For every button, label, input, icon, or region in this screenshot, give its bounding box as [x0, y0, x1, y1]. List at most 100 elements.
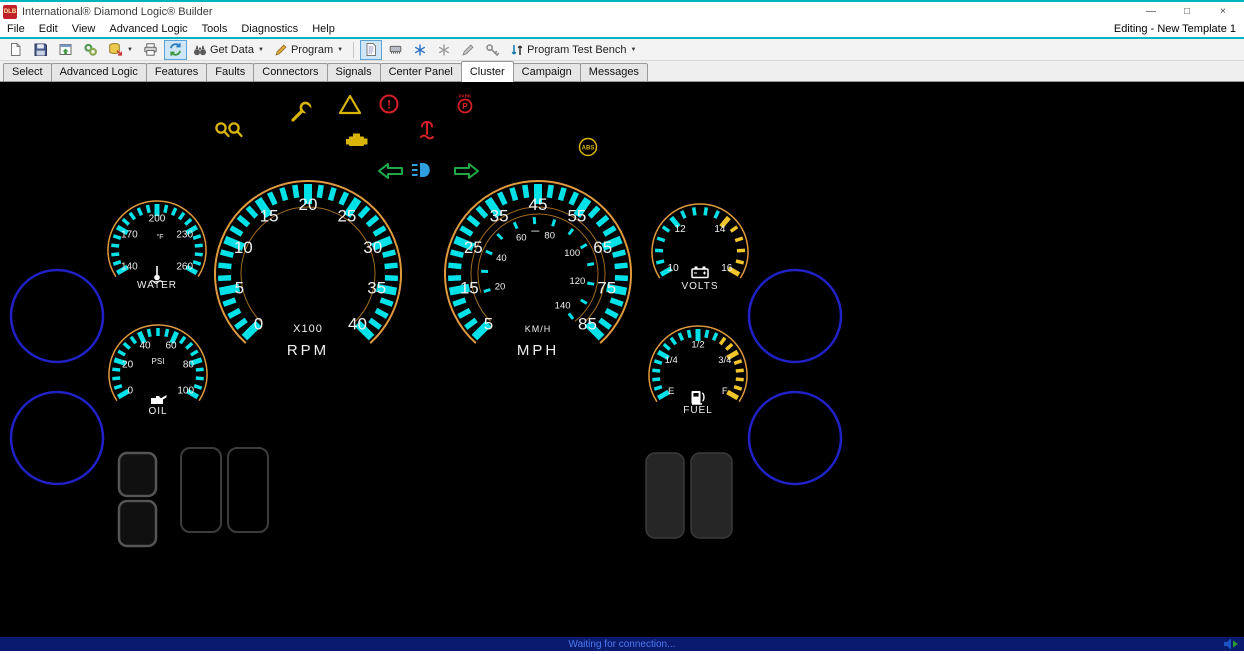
menu-tools[interactable]: Tools	[195, 22, 235, 36]
svg-text:85: 85	[578, 314, 597, 333]
svg-text:40: 40	[348, 314, 367, 333]
template-icon	[58, 42, 73, 57]
tab-select[interactable]: Select	[3, 63, 52, 81]
svg-text:KM/H: KM/H	[525, 324, 552, 334]
tab-cluster[interactable]: Cluster	[461, 61, 514, 82]
svg-text:40: 40	[139, 340, 151, 351]
tab-messages[interactable]: Messages	[580, 63, 648, 81]
tab-center-panel[interactable]: Center Panel	[380, 63, 462, 81]
pencil-orange-icon	[274, 43, 288, 57]
fleet-blue-button[interactable]	[409, 40, 431, 60]
toolbar-separator	[353, 42, 354, 58]
memory-button[interactable]	[384, 40, 407, 60]
tab-faults[interactable]: Faults	[206, 63, 254, 81]
svg-text:10: 10	[668, 263, 680, 274]
svg-text:15: 15	[260, 207, 279, 226]
gauge-placeholder-circle	[11, 270, 103, 362]
svg-text:OIL: OIL	[148, 406, 167, 417]
right-turn-lamp	[455, 164, 478, 178]
app-icon: DLB	[3, 5, 17, 19]
dropdown-caret-icon: ▼	[337, 47, 343, 53]
gauge-placeholder-circle	[749, 270, 841, 362]
menu-edit[interactable]: Edit	[32, 22, 65, 36]
maximize-button[interactable]: □	[1169, 3, 1205, 20]
open-template-button[interactable]	[54, 40, 77, 60]
svg-text:16: 16	[721, 263, 733, 274]
print-icon	[143, 42, 158, 57]
svg-text:20: 20	[299, 195, 318, 214]
svg-text:X100: X100	[293, 323, 323, 335]
tab-advanced-logic[interactable]: Advanced Logic	[51, 63, 147, 81]
export-data-button[interactable]: ▼	[104, 40, 137, 60]
fleet-gray-button[interactable]	[433, 40, 455, 60]
audio-status-icon[interactable]	[1223, 638, 1239, 650]
save-button[interactable]	[29, 40, 52, 60]
connect-button[interactable]	[164, 40, 187, 60]
get-data-button[interactable]: Get Data ▼	[189, 40, 268, 60]
svg-text:35: 35	[367, 279, 386, 298]
svg-text:100: 100	[564, 248, 580, 259]
tab-campaign[interactable]: Campaign	[513, 63, 581, 81]
svg-text:75: 75	[597, 279, 616, 298]
tab-signals[interactable]: Signals	[327, 63, 381, 81]
svg-text:15: 15	[460, 279, 479, 298]
snowflake-blue-icon	[413, 43, 427, 57]
gauge-speedometer: 5152535455565758520406080100120140KM/HMP…	[445, 181, 631, 359]
dropdown-caret-icon: ▼	[258, 47, 264, 53]
document-icon	[364, 42, 378, 57]
edit-button[interactable]	[457, 40, 479, 60]
editing-status: Editing - New Template 1	[1114, 23, 1244, 35]
menu-view[interactable]: View	[65, 22, 103, 36]
program-test-bench-button[interactable]: Program Test Bench▼	[506, 40, 640, 60]
tools-button[interactable]	[79, 40, 102, 60]
svg-text:20: 20	[495, 281, 506, 292]
left-turn-lamp	[379, 164, 402, 178]
window-title: International® Diamond Logic® Builder	[22, 6, 212, 18]
menu-help[interactable]: Help	[305, 22, 342, 36]
gauge-tachometer: 0510152025303540X100RPM	[215, 181, 401, 359]
gauge-placeholder-circle	[749, 392, 841, 484]
svg-text:14: 14	[714, 224, 726, 235]
minimize-button[interactable]: —	[1133, 3, 1169, 20]
svg-text:WATER: WATER	[137, 280, 177, 291]
gears-icon	[83, 42, 98, 57]
svg-text:!: !	[387, 98, 391, 112]
svg-text:100: 100	[177, 386, 194, 397]
pencil-gray-icon	[461, 43, 475, 57]
program-button[interactable]: Program▼	[270, 40, 347, 60]
close-button[interactable]: ×	[1205, 3, 1241, 20]
menu-diagnostics[interactable]: Diagnostics	[234, 22, 305, 36]
check-engine-lamp	[346, 134, 368, 147]
menu-file[interactable]: File	[0, 22, 32, 36]
svg-text:°F: °F	[156, 233, 163, 241]
svg-text:45: 45	[529, 195, 548, 214]
svg-text:260: 260	[176, 262, 193, 273]
print-button[interactable]	[139, 40, 162, 60]
svg-text:60: 60	[516, 233, 527, 244]
key-icon	[485, 43, 500, 57]
toolbar: ▼Get Data▼Program▼Program Test Bench▼	[0, 39, 1244, 61]
keys-button[interactable]	[481, 40, 504, 60]
svg-text:80: 80	[544, 231, 555, 242]
brake-warning-lamp: !	[381, 96, 398, 113]
dropdown-caret-icon: ▼	[127, 47, 133, 53]
gauge-fuel: E1/41/23/4FFUEL	[649, 326, 747, 416]
svg-text:RPM: RPM	[287, 342, 329, 359]
svg-text:230: 230	[176, 230, 193, 241]
svg-text:MPH: MPH	[517, 342, 559, 359]
cluster-button	[646, 453, 684, 538]
status-message: Waiting for connection...	[569, 639, 676, 650]
get-data-label: Get Data	[210, 44, 254, 56]
cluster-button	[119, 501, 156, 546]
cluster-button	[181, 448, 221, 532]
new-document-button[interactable]	[4, 40, 27, 60]
tab-features[interactable]: Features	[146, 63, 207, 81]
coolant-warning-lamp	[421, 122, 433, 139]
view-document-button[interactable]	[360, 40, 382, 60]
menu-advanced-logic[interactable]: Advanced Logic	[102, 22, 194, 36]
svg-text:25: 25	[337, 207, 356, 226]
warning-triangle-lamp	[340, 96, 360, 113]
tab-connectors[interactable]: Connectors	[253, 63, 327, 81]
binoculars-icon	[193, 43, 207, 57]
tab-bar: SelectAdvanced LogicFeaturesFaultsConnec…	[0, 61, 1244, 82]
